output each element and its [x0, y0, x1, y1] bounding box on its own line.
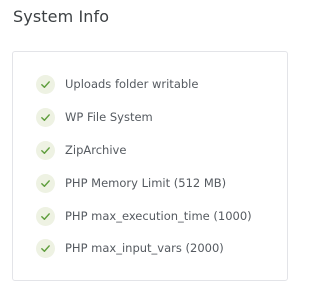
check-item-uploads-folder: Uploads folder writable: [36, 74, 198, 94]
check-icon: [36, 206, 55, 226]
check-icon: [36, 140, 55, 160]
check-item-php-max-execution-time: PHP max_execution_time (1000): [36, 206, 252, 226]
check-label: PHP Memory Limit (512 MB): [65, 176, 227, 190]
page-title: System Info: [13, 7, 110, 26]
check-icon: [36, 74, 55, 94]
check-item-php-memory-limit: PHP Memory Limit (512 MB): [36, 173, 226, 193]
check-label: WP File System: [65, 110, 153, 124]
check-item-ziparchive: ZipArchive: [36, 140, 126, 160]
check-label: ZipArchive: [65, 143, 127, 157]
check-icon: [36, 173, 55, 193]
system-info-card: Uploads folder writable WP File System Z…: [12, 51, 288, 281]
check-item-wp-file-system: WP File System: [36, 107, 153, 127]
check-label: PHP max_execution_time (1000): [65, 209, 252, 223]
check-icon: [36, 238, 55, 258]
check-label: Uploads folder writable: [65, 77, 199, 91]
check-icon: [36, 107, 55, 127]
check-label: PHP max_input_vars (2000): [65, 241, 224, 255]
check-item-php-max-input-vars: PHP max_input_vars (2000): [36, 238, 224, 258]
